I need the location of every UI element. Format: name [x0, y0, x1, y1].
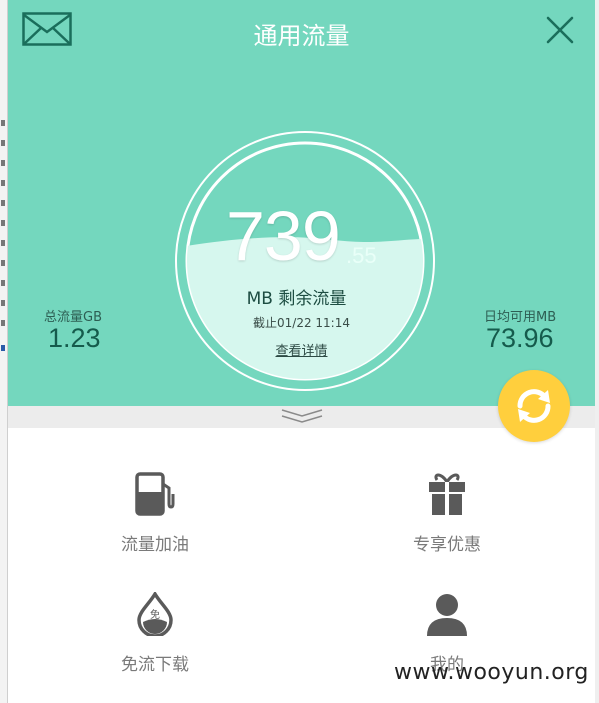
user-icon — [427, 594, 467, 636]
traffic-header-panel: 通用流量 739 .55 MB 剩余流量 截止01/22 11:14 查看详情 … — [8, 0, 595, 406]
gift-icon — [429, 473, 465, 515]
refresh-button[interactable] — [498, 370, 570, 442]
window-edge-left — [0, 0, 8, 703]
remaining-decimal: .55 — [346, 243, 377, 268]
water-drop-icon: 免 — [137, 592, 173, 636]
view-details-link[interactable]: 查看详情 — [275, 344, 327, 359]
page-title: 通用流量 — [253, 22, 350, 50]
remaining-amount: 739 — [226, 197, 341, 275]
menu-label: 免流下载 — [121, 655, 189, 675]
app-window: 通用流量 739 .55 MB 剩余流量 截止01/22 11:14 查看详情 … — [8, 0, 595, 703]
menu-label: 流量加油 — [121, 535, 189, 555]
double-chevron-down-icon[interactable] — [280, 406, 324, 426]
watermark-text: www.wooyun.org — [394, 660, 589, 685]
menu-item-free-download[interactable]: 免 免流下载 — [55, 592, 255, 675]
total-traffic-value: 1.23 — [48, 323, 101, 353]
refresh-icon — [517, 389, 551, 423]
svg-text:免: 免 — [150, 608, 160, 621]
daily-available-value: 73.96 — [486, 323, 554, 353]
remaining-unit-label: MB 剩余流量 — [246, 289, 347, 309]
menu-label: 专享优惠 — [413, 535, 481, 555]
menu-item-exclusive-offers[interactable]: 专享优惠 — [347, 470, 547, 555]
menu-item-traffic-refuel[interactable]: 流量加油 — [55, 470, 255, 555]
fuel-pump-icon — [135, 472, 175, 516]
close-icon[interactable] — [544, 14, 576, 46]
